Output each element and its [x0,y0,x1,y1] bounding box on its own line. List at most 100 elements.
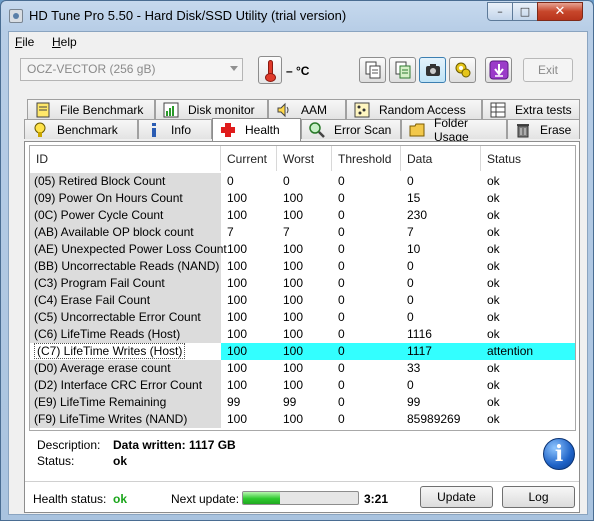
cell-text: 0 [338,293,345,307]
health-status-label: Health status: [33,492,107,506]
cell-worst: 100 [277,411,332,428]
table-row[interactable]: (F9) LifeTime Writes (NAND) 100 100 0 859892… [30,411,575,428]
cell-current: 100 [221,241,277,258]
cell-text: ok [487,276,500,290]
tab-benchmark[interactable]: Benchmark [24,119,138,139]
table-row[interactable]: (C6) LifeTime Reads (Host) 100 100 0 1116 ok [30,326,575,343]
tab-aam[interactable]: AAM [268,99,346,119]
cell-text: 100 [227,344,248,358]
cell-text: (AE) Unexpected Power Loss Count [34,242,227,256]
cell-threshold: 0 [332,275,401,292]
column-header-status[interactable]: Status [481,146,575,171]
cell-worst: 100 [277,241,332,258]
cell-text: 100 [227,412,248,426]
exit-button[interactable]: Exit [523,58,573,82]
cell-text: 100 [283,327,304,341]
disk-monitor-icon [163,102,179,117]
cell-text: 100 [227,242,248,256]
copy-text-button[interactable] [359,57,386,83]
drive-select[interactable]: OCZ-VECTOR (256 gB) [20,58,243,81]
tab-error-scan[interactable]: Error Scan [301,119,401,139]
cell-text: ok [487,191,500,205]
cell-threshold: 0 [332,292,401,309]
cell-text: 33 [407,361,421,375]
column-header-data[interactable]: Data [401,146,481,171]
save-button[interactable] [485,57,512,83]
tab-erase[interactable]: Erase [507,119,580,139]
cell-text: 0 [407,276,414,290]
cell-text: ok [487,327,500,341]
cell-text: 7 [407,225,414,239]
column-header-current[interactable]: Current [221,146,277,171]
cell-text: 0 [338,174,345,188]
screenshot-button[interactable] [419,57,446,83]
table-row[interactable]: (C7) LifeTime Writes (Host) 100 100 0 1117 at… [30,343,575,360]
tab-info[interactable]: Info [138,119,212,139]
close-button[interactable]: ✕ [537,2,583,21]
cell-worst: 7 [277,224,332,241]
log-button[interactable]: Log [502,486,575,508]
cell-status: ok [481,241,575,258]
tab-disk-monitor-label: Disk monitor [188,102,255,117]
table-row[interactable]: (09) Power On Hours Count 100 100 0 15 ok [30,190,575,207]
cell-text: ok [487,361,500,375]
minimize-button[interactable]: – [487,2,513,21]
cell-text: 1116 [407,327,432,341]
maximize-button[interactable]: □ [512,2,538,21]
cell-threshold: 0 [332,394,401,411]
cell-text: 85989269 [407,412,461,426]
copy-all-button[interactable] [389,57,416,83]
tab-health-label: Health [245,123,280,137]
info-button[interactable]: i [543,438,575,470]
menu-file-label: ile [22,35,35,49]
next-update-time: 3:21 [364,492,389,506]
cell-status: ok [481,326,575,343]
tab-disk-monitor[interactable]: Disk monitor [155,99,268,119]
tab-file-benchmark[interactable]: File Benchmark [27,99,155,119]
cell-text: (C3) Program Fail Count [34,276,165,290]
table-row[interactable]: (AE) Unexpected Power Loss Count 100 100 0 1… [30,241,575,258]
cell-text: (D0) Average erase count [34,361,171,375]
cell-text: 99 [283,395,297,409]
window-title: HD Tune Pro 5.50 - Hard Disk/SSD Utility… [29,8,347,23]
column-header-worst[interactable]: Worst [277,146,332,171]
title-bar[interactable]: HD Tune Pro 5.50 - Hard Disk/SSD Utility… [1,1,593,31]
tab-health[interactable]: Health [212,118,301,141]
table-row[interactable]: (E9) LifeTime Remaining 99 99 0 99 ok [30,394,575,411]
cell-id: (C4) Erase Fail Count [30,292,221,309]
table-row[interactable]: (BB) Uncorrectable Reads (NAND) 100 100 0 0 o… [30,258,575,275]
table-row[interactable]: (D2) Interface CRC Error Count 100 100 0 0 ok [30,377,575,394]
cell-worst: 100 [277,258,332,275]
table-row[interactable]: (0C) Power Cycle Count 100 100 0 230 ok [30,207,575,224]
health-status-bar: Health status: ok Next update: 3:21 Upda… [25,482,579,512]
table-row[interactable]: (C4) Erase Fail Count 100 100 0 0 ok [30,292,575,309]
tab-extra-tests-label: Extra tests [515,102,572,117]
table-row[interactable]: (05) Retired Block Count 0 0 0 0 ok [30,173,575,190]
cell-text: 0 [227,174,234,188]
cell-text: (E9) LifeTime Remaining [34,395,167,409]
cell-text: ok [487,174,500,188]
table-row[interactable]: (C3) Program Fail Count 100 100 0 0 ok [30,275,575,292]
table-row[interactable]: (AB) Available OP block count 7 7 0 7 ok [30,224,575,241]
cell-text: ok [487,395,500,409]
tab-benchmark-label: Benchmark [57,122,118,137]
cell-status: ok [481,377,575,394]
cell-text: 0 [338,378,345,392]
menu-file[interactable]: File [15,35,34,49]
cell-current: 100 [221,190,277,207]
menu-help[interactable]: Help [52,35,77,49]
cell-data: 0 [401,275,481,292]
update-button[interactable]: Update [420,486,493,508]
tab-folder-usage[interactable]: Folder Usage [401,116,507,144]
column-header-id[interactable]: ID [30,146,221,171]
table-row[interactable]: (C5) Uncorrectable Error Count 100 100 0 0 ok [30,309,575,326]
table-row[interactable]: (D0) Average erase count 100 100 0 33 ok [30,360,575,377]
cell-text: (C7) LifeTime Writes (Host) [34,343,186,359]
tab-erase-label: Erase [540,122,572,137]
column-header-threshold[interactable]: Threshold [332,146,401,171]
cell-current: 0 [221,173,277,190]
options-button[interactable] [449,57,476,83]
cell-data: 1116 [401,326,481,343]
cell-current: 100 [221,343,277,360]
cell-text: 0 [338,276,345,290]
